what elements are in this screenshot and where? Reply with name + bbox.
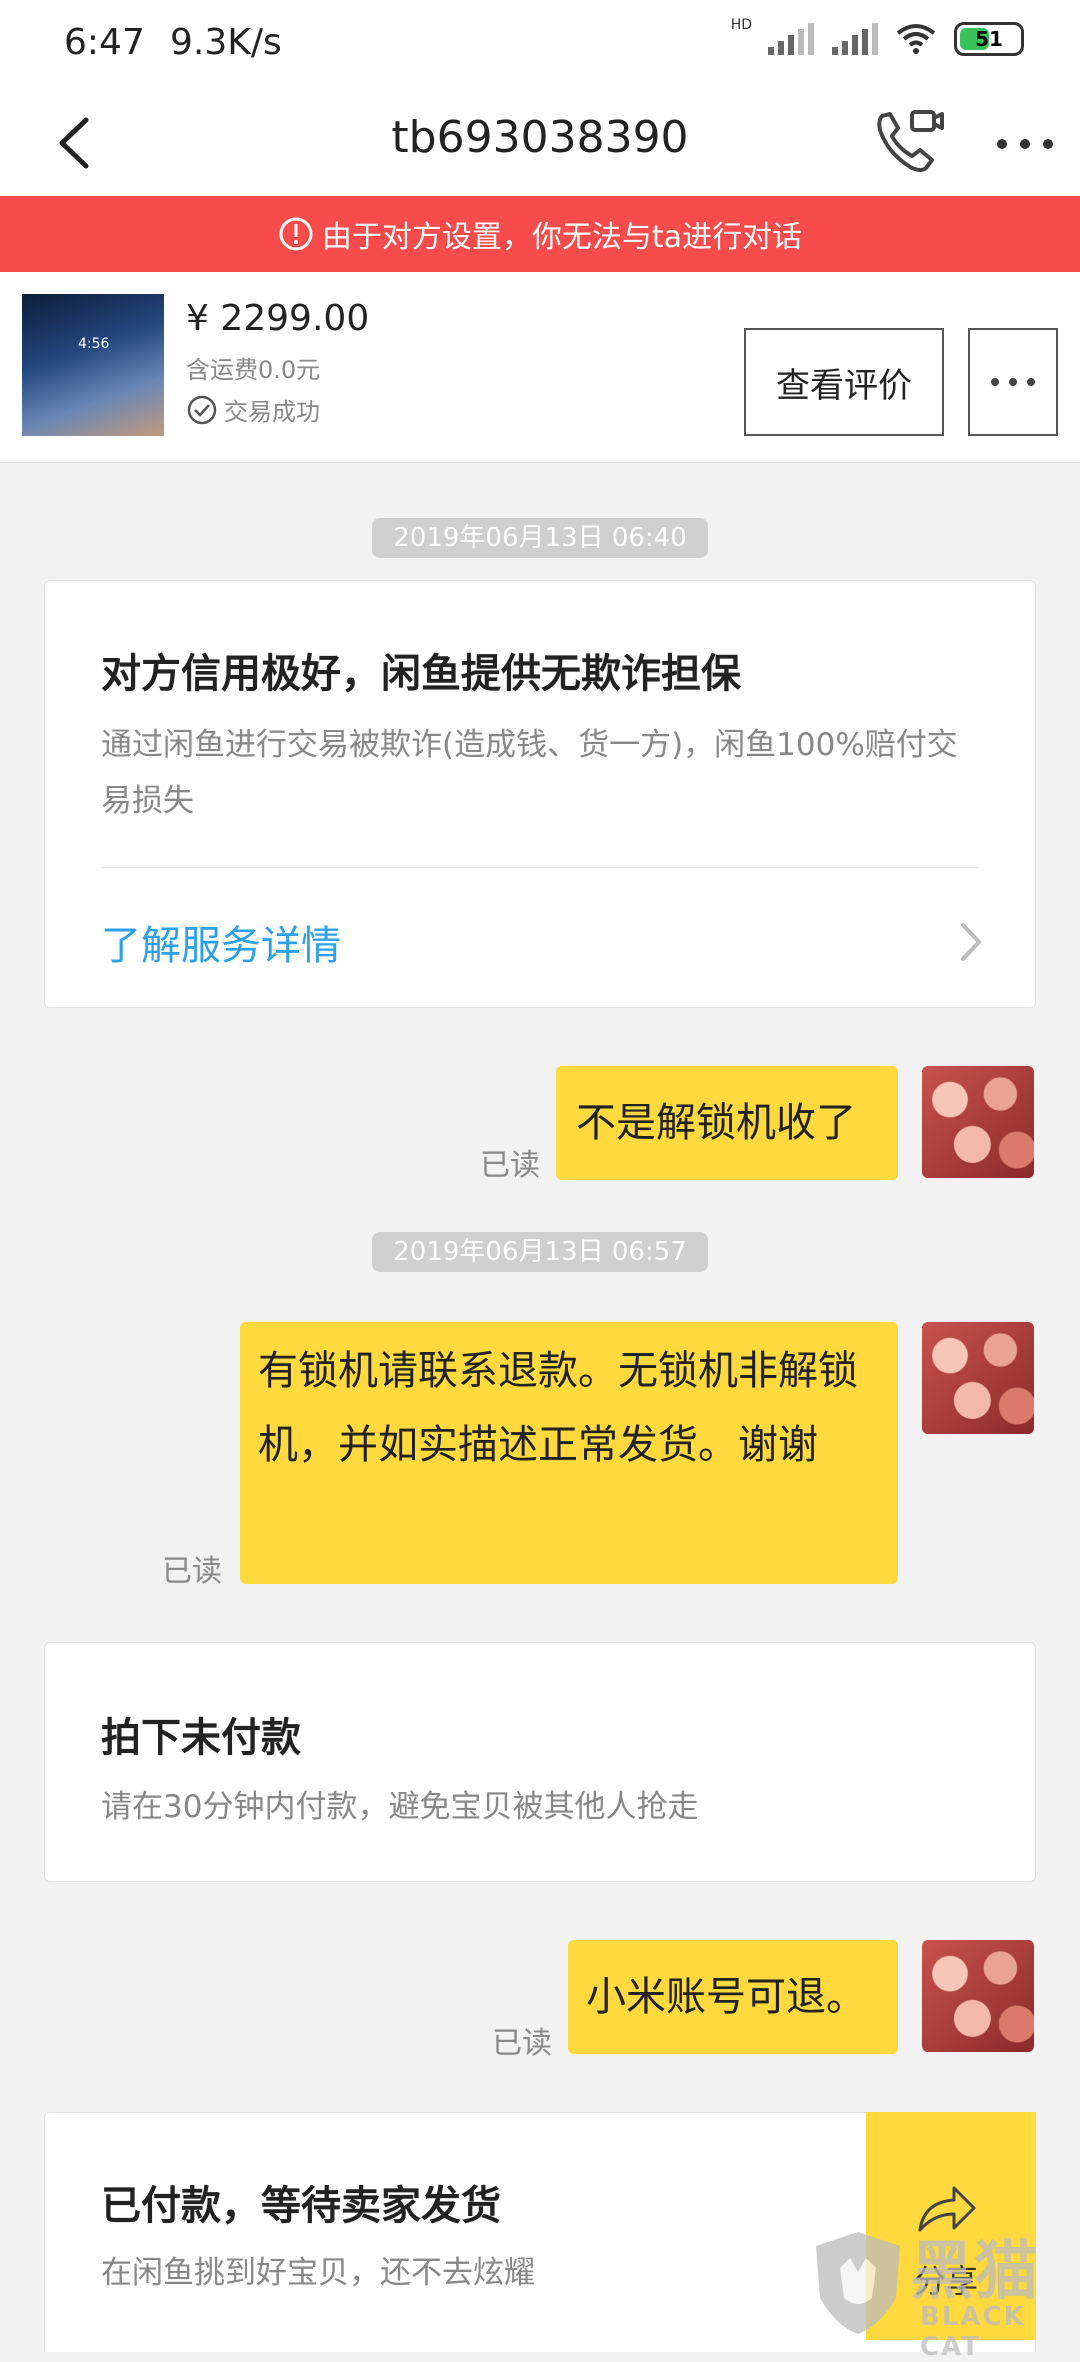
battery-icon: 51 [954,22,1024,56]
status-icons: HD 51 [731,17,1024,56]
watermark-en: BLACK CAT [920,2302,1026,2362]
wifi-icon [896,24,936,54]
status-time: 6:47 [64,22,145,63]
shipping-fee: 含运费0.0元 [186,356,321,384]
more-options-icon[interactable] [990,114,1060,174]
status-network-speed: 9.3K/s [170,22,282,63]
avatar[interactable] [922,1066,1034,1178]
warning-text: 由于对方设置，你无法与ta进行对话 [321,220,803,255]
service-details-link[interactable]: 了解服务详情 [101,913,341,971]
alert-icon [279,217,313,251]
product-more-button[interactable] [968,328,1058,436]
trade-status: 交易成功 [186,392,320,427]
product-thumbnail[interactable]: 4:56 [22,294,164,436]
chevron-right-icon[interactable] [955,917,985,967]
read-receipt: 已读 [480,1148,540,1183]
guarantee-card: 对方信用极好，闲鱼提供无欺诈担保 通过闲鱼进行交易被欺诈(造成钱、货一方)，闲鱼… [44,580,1036,1008]
battery-level: 51 [975,27,1003,51]
more-dots-icon [991,378,1035,386]
signal-icon [768,23,814,55]
status-bar: 6:47 9.3K/s HD 51 [0,0,1080,90]
unpaid-title: 拍下未付款 [101,1715,301,1761]
check-circle-icon [187,395,217,424]
view-review-button[interactable]: 查看评价 [744,328,944,436]
timestamp: 2019年06月13日 06:40 [372,518,708,558]
guarantee-title: 对方信用极好，闲鱼提供无欺诈担保 [101,651,741,697]
avatar[interactable] [922,1322,1034,1434]
product-price: ¥ 2299.00 [186,298,370,339]
paid-title: 已付款，等待卖家发货 [101,2183,501,2229]
avatar[interactable] [922,1940,1034,2052]
read-receipt: 已读 [162,1554,222,1589]
thumbnail-clock: 4:56 [78,336,110,352]
phone-icon[interactable] [868,102,948,182]
product-card[interactable]: 4:56 ¥ 2299.00 含运费0.0元 交易成功 查看评价 [0,272,1080,463]
black-cat-watermark: 黑猫 BLACK CAT [810,2220,1080,2362]
cat-shield-logo [816,2232,900,2334]
timestamp: 2019年06月13日 06:57 [372,1232,708,1272]
hd-label: HD [730,17,752,33]
guarantee-desc: 通过闲鱼进行交易被欺诈(造成钱、货一方)，闲鱼100%赔付交易损失 [101,727,958,819]
nav-bar: tb693038390 [0,90,1080,196]
read-receipt: 已读 [492,2026,552,2061]
message-bubble[interactable]: 不是解锁机收了 [556,1066,898,1180]
message-bubble[interactable]: 有锁机请联系退款。无锁机非解锁机，并如实描述正常发货。谢谢 [240,1322,898,1584]
message-bubble[interactable]: 小米账号可退。 [568,1940,898,2054]
warning-banner: 由于对方设置，你无法与ta进行对话 [0,196,1080,272]
trade-status-text: 交易成功 [224,398,320,426]
signal-icon-2 [832,23,878,55]
paid-desc: 在闲鱼挑到好宝贝，还不去炫耀 [101,2255,535,2291]
unpaid-desc: 请在30分钟内付款，避免宝贝被其他人抢走 [101,1789,699,1825]
divider [101,867,979,868]
unpaid-card: 拍下未付款 请在30分钟内付款，避免宝贝被其他人抢走 [44,1642,1036,1882]
watermark-zh: 黑猫 [910,2235,1038,2309]
